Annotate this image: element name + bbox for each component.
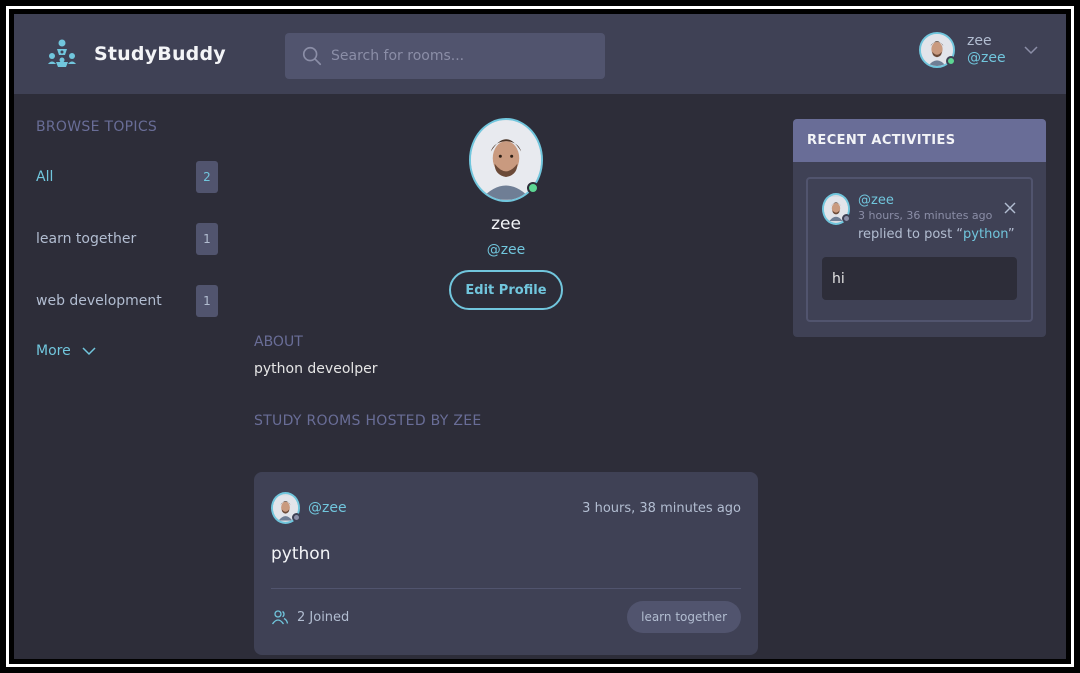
offline-status-dot (842, 214, 851, 223)
room-timestamp: 3 hours, 38 minutes ago (582, 500, 741, 516)
room-topic-tag[interactable]: learn together (627, 601, 741, 633)
avatar[interactable] (822, 193, 851, 225)
activity-user-handle[interactable]: @zee (858, 193, 1015, 209)
about-text: python deveolper (254, 361, 378, 377)
online-status-dot (527, 182, 539, 194)
app-window: StudyBuddy Search for rooms... zee @zee … (14, 14, 1066, 659)
avatar[interactable] (919, 32, 956, 68)
room-card-header: @zee 3 hours, 38 minutes ago (271, 492, 741, 524)
online-status-dot (946, 56, 956, 66)
topics-heading: BROWSE TOPICS (36, 119, 158, 135)
topic-item-all[interactable]: All 2 (36, 161, 218, 193)
header-user-name: zee (967, 33, 992, 50)
search-icon (302, 46, 322, 66)
recent-activities-panel: RECENT ACTIVITIES @zee 3 hours, 36 minut… (793, 119, 1046, 337)
more-label: More (36, 343, 71, 359)
users-icon (271, 610, 289, 625)
close-icon[interactable] (1003, 201, 1017, 215)
offline-status-dot (292, 513, 301, 522)
studybuddy-logo-icon (48, 39, 76, 67)
brand-name: StudyBuddy (94, 43, 226, 65)
profile-handle: @zee (486, 242, 526, 258)
chevron-down-icon (82, 347, 96, 356)
activity-header: @zee 3 hours, 36 minutes ago replied to … (822, 193, 1017, 243)
profile-name: zee (491, 214, 521, 234)
topic-item-web-development[interactable]: web development 1 (36, 285, 218, 317)
recent-activities-heading: RECENT ACTIVITIES (793, 119, 1046, 162)
avatar (271, 492, 301, 524)
topics-sidebar: BROWSE TOPICS All 2 learn together 1 web… (36, 119, 218, 359)
topic-label: All (36, 169, 54, 185)
edit-profile-button[interactable]: Edit Profile (449, 270, 563, 310)
room-card-footer: 2 Joined learn together (271, 601, 741, 633)
topic-label: web development (36, 293, 162, 309)
user-menu[interactable]: zee @zee (919, 32, 1040, 68)
activity-action: replied to post “ (858, 227, 964, 242)
activity-reply-text: hi (822, 257, 1017, 301)
more-topics-link[interactable]: More (36, 343, 218, 359)
header-user-handle: @zee (967, 50, 1006, 66)
topic-count-badge: 1 (196, 223, 218, 255)
participants-count: 2 Joined (271, 608, 349, 626)
joined-label: 2 Joined (297, 609, 350, 625)
profile-header: zee @zee Edit Profile (254, 118, 758, 310)
room-card[interactable]: @zee 3 hours, 38 minutes ago python 2 Jo… (254, 472, 758, 655)
divider (271, 588, 741, 589)
about-heading: ABOUT (254, 334, 303, 350)
brand-logo[interactable]: StudyBuddy (46, 38, 226, 70)
activity-description: replied to post “python” (858, 227, 1015, 243)
topic-count-badge: 1 (196, 285, 218, 317)
activity-info: @zee 3 hours, 36 minutes ago replied to … (858, 193, 1015, 243)
room-host[interactable]: @zee (271, 492, 347, 524)
room-title[interactable]: python (271, 544, 741, 564)
room-host-handle: @zee (308, 500, 347, 516)
topic-count-badge: 2 (196, 161, 218, 193)
hosted-rooms-heading: STUDY ROOMS HOSTED BY ZEE (254, 413, 482, 429)
activity-item[interactable]: @zee 3 hours, 36 minutes ago replied to … (806, 177, 1033, 322)
topic-item-learn-together[interactable]: learn together 1 (36, 223, 218, 255)
activity-post-link[interactable]: python (963, 227, 1008, 242)
top-header: StudyBuddy Search for rooms... zee @zee (14, 14, 1066, 94)
activity-action-end: ” (1007, 227, 1015, 242)
search-bar[interactable] (285, 33, 605, 79)
topic-label: learn together (36, 231, 137, 247)
chevron-down-icon[interactable] (1022, 41, 1040, 59)
user-identity: zee @zee (967, 33, 1006, 67)
search-input[interactable] (331, 48, 591, 64)
profile-section: zee @zee Edit Profile ABOUT python deveo… (254, 118, 758, 655)
activity-timestamp: 3 hours, 36 minutes ago (858, 209, 993, 223)
profile-avatar (469, 118, 543, 202)
screenshot-frame: StudyBuddy Search for rooms... zee @zee … (0, 0, 1080, 673)
